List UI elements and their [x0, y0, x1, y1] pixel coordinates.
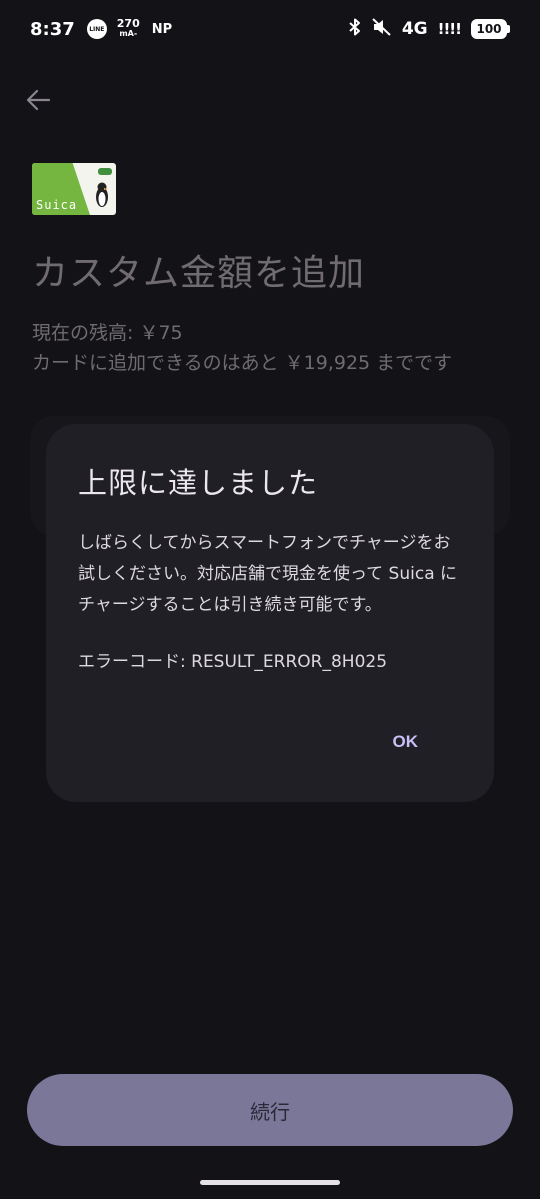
ok-button[interactable]: OK: [393, 726, 419, 758]
battery-level: 100: [471, 19, 507, 39]
suica-card-label: Suica: [36, 198, 78, 212]
status-time: 8:37: [30, 18, 75, 40]
dialog-message: しばらくしてからスマートフォンでチャージをお試しください。対応店舗で現金を使って…: [78, 533, 458, 615]
suica-card-badge: [98, 168, 112, 175]
charge-speed-indicator: 270 mA-: [116, 17, 140, 39]
current-balance: 現在の残高: ￥75: [32, 322, 183, 344]
dialog-title: 上限に達しました: [78, 466, 319, 500]
line-app-icon: LINE: [86, 19, 107, 39]
error-dialog: 上限に達しました しばらくしてからスマートフォンでチャージをお試しください。対応…: [46, 424, 494, 802]
status-np: NP: [151, 21, 173, 37]
arrow-left-icon: [26, 89, 51, 111]
charge-speed-value: 270: [116, 17, 140, 30]
continue-button[interactable]: 続行: [27, 1074, 513, 1146]
bluetooth-icon: [348, 18, 362, 40]
page-title: カスタム金額を追加: [32, 253, 366, 294]
network-type: 4G: [401, 19, 428, 39]
penguin-icon: [96, 182, 108, 207]
signal-strength-icon: !!!!: [437, 20, 462, 38]
back-button[interactable]: [22, 84, 54, 116]
dialog-error-code: エラーコード: RESULT_ERROR_8H025: [78, 652, 388, 672]
volume-off-icon: [372, 18, 392, 40]
charge-speed-unit: mA-: [119, 29, 138, 38]
gesture-nav-handle[interactable]: [200, 1180, 340, 1185]
status-right-group: 4G !!!! 100: [348, 18, 510, 40]
remaining-limit: カードに追加できるのはあと ￥19,925 までです: [32, 352, 453, 374]
suica-card-image: Suica: [32, 163, 116, 215]
status-bar: 8:37 LINE 270 mA- NP 4G !!!! 100: [0, 0, 540, 58]
battery-tip: [507, 25, 510, 33]
battery-icon: 100: [471, 19, 510, 39]
